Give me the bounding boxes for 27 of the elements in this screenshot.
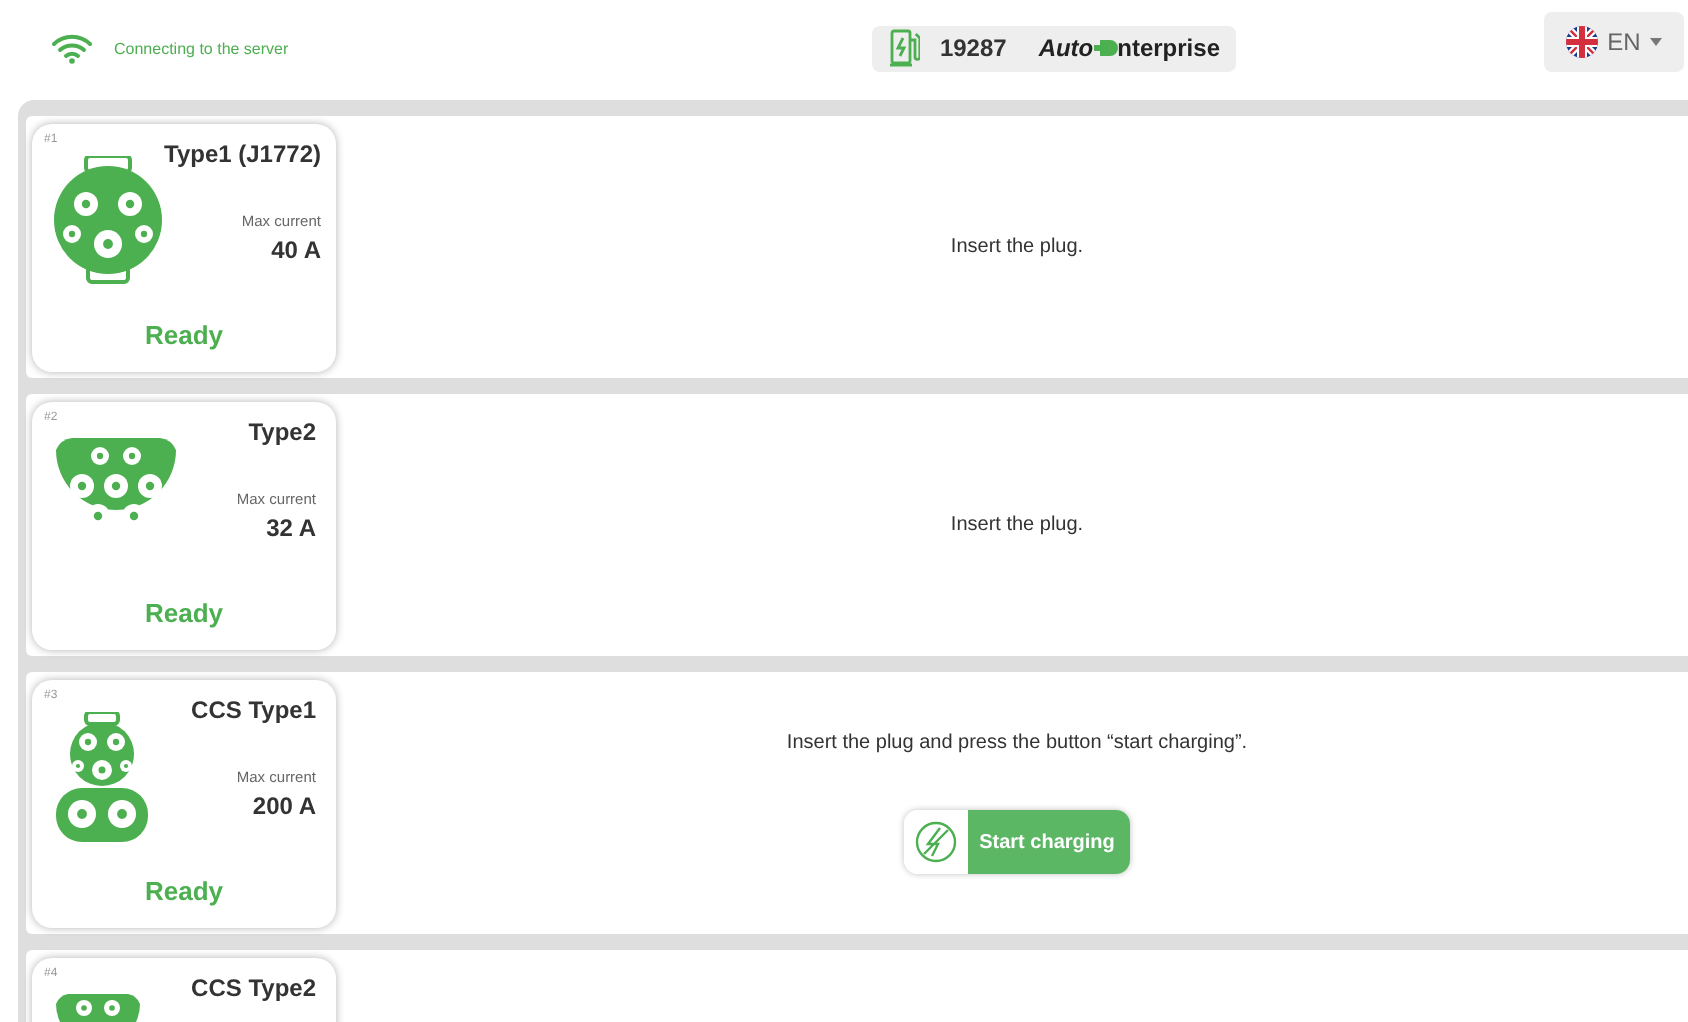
uk-flag-icon [1565, 26, 1598, 58]
caret-icon [1650, 38, 1663, 46]
brand-text: nterprise [1117, 34, 1220, 62]
current-value: 200 A [252, 791, 316, 819]
charging-station-icon [887, 28, 920, 68]
connection-status: Connecting to the server [114, 39, 289, 57]
instruction-text: Insert the plug and press the button “start charging”. [786, 732, 1248, 754]
language-button[interactable]: EN [1544, 12, 1684, 72]
current-value: 40 A [271, 235, 321, 263]
start-charging-button[interactable]: Start charging [903, 810, 1131, 874]
instruction-text: Insert the plug. [950, 514, 1084, 536]
connector-name: Type2 [248, 417, 316, 445]
connector-icon [52, 711, 152, 843]
connector-status: Ready [144, 319, 224, 349]
connector-icon [52, 155, 164, 283]
wifi-icon [50, 32, 94, 64]
connector-name: Type1 (J1772) [164, 139, 321, 167]
instruction-text: Insert the plug. [950, 236, 1084, 258]
plug-icon [1093, 38, 1118, 58]
connector-name: CCS Type1 [191, 695, 316, 723]
station-id: 19287 [939, 34, 1007, 62]
current-value: 32 A [266, 513, 316, 541]
brand-text: Auto [1038, 34, 1094, 62]
connector-name: CCS Type2 [191, 973, 316, 1001]
connector-status: Ready [144, 875, 224, 905]
connector-status: Ready [144, 597, 224, 627]
lightning-icon [913, 820, 958, 864]
